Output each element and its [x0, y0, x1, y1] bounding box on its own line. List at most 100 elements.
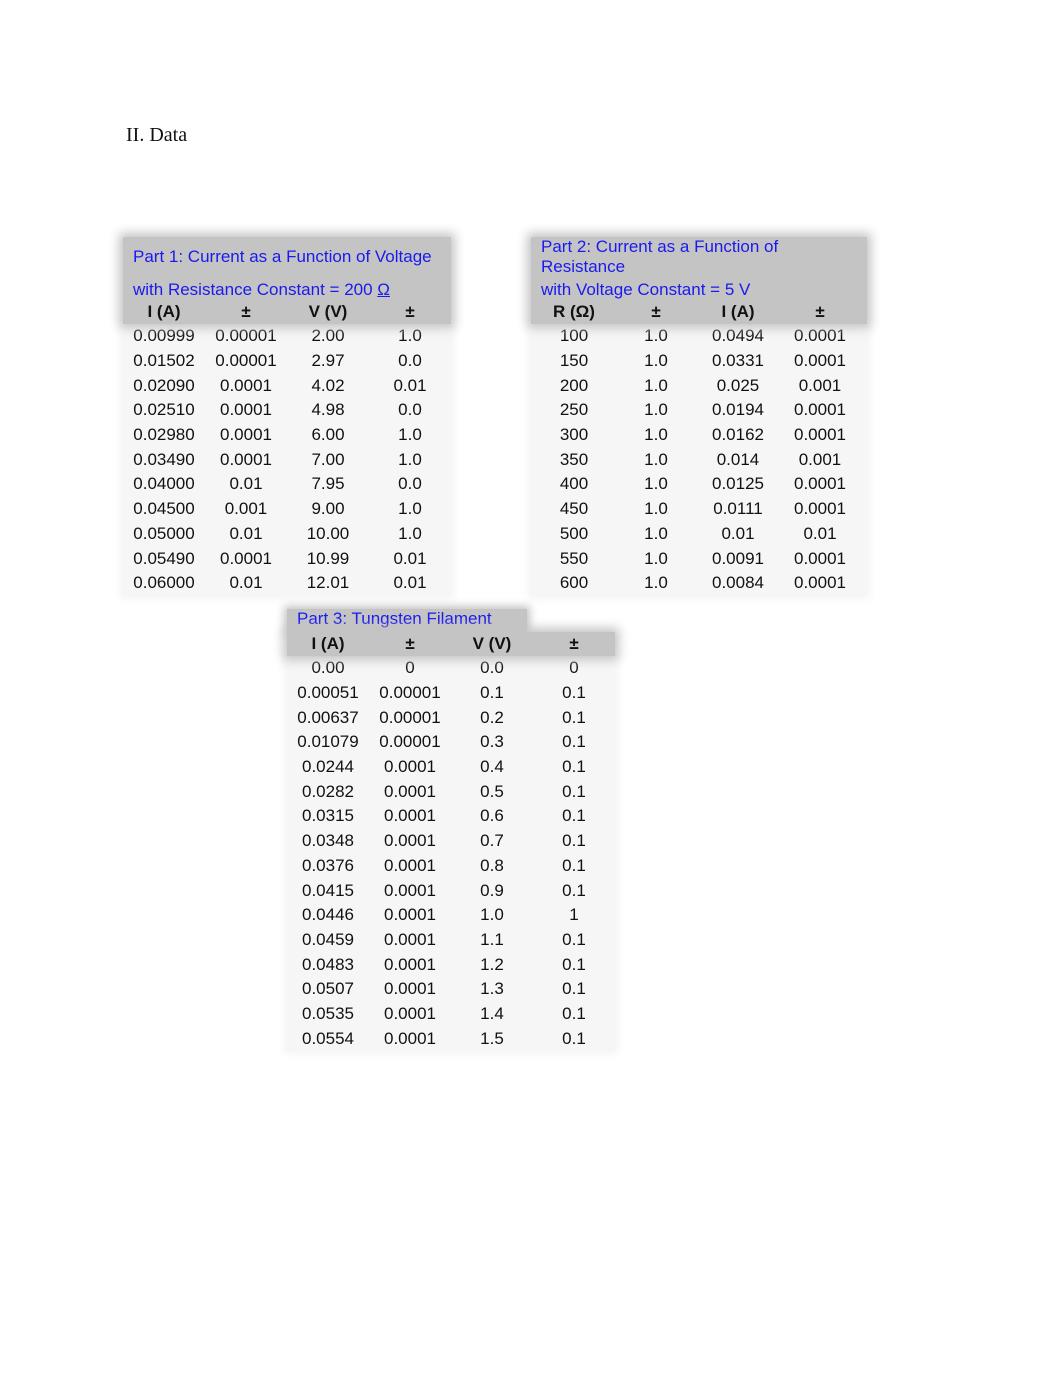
table-cell: 0.0001	[794, 425, 846, 445]
table-cell: 1.0	[398, 449, 422, 469]
table-cell: 0.0	[398, 400, 422, 420]
table-cell: 0.1	[562, 929, 586, 949]
table-row: 0.0535 0.0001 1.4 0.1	[287, 1002, 615, 1027]
table-cell: 0.00001	[379, 707, 441, 727]
table-cell: 0.0001	[384, 979, 436, 999]
table-cell: 300	[559, 425, 589, 445]
table-row: 0.0507 0.0001 1.3 0.1	[287, 977, 615, 1002]
part2-title-line2: Resistance	[541, 257, 626, 276]
table-cell: 1.0	[644, 499, 668, 519]
table-cell: 0.0125	[712, 474, 764, 494]
table-cell: 0.0001	[794, 351, 846, 371]
table-row: 150 1.0 0.0331 0.0001	[533, 349, 867, 374]
table-cell: 0.001	[224, 499, 268, 519]
table-cell: 0.0001	[220, 449, 272, 469]
table-cell: 0.6	[480, 806, 504, 826]
column-header: ±	[405, 302, 415, 321]
table-row: 0.0244 0.0001 0.4 0.1	[287, 755, 615, 780]
part3-title-bar: Part 3: Tungsten Filament	[287, 609, 527, 632]
table-cell: 0.0001	[794, 326, 846, 346]
table-cell: 1.0	[398, 326, 422, 346]
table-cell: 0.02510	[133, 400, 195, 420]
table-cell: 1.0	[644, 326, 668, 346]
table-cell: 1.2	[480, 954, 504, 974]
table-cell: 0	[569, 658, 579, 678]
part2-title-line3: with Voltage Constant = 5 V	[541, 280, 751, 299]
table-row: 0.06000 0.01 12.01 0.01	[123, 571, 451, 596]
column-header: V (V)	[472, 634, 512, 653]
table-row: 0.04000 0.01 7.95 0.0	[123, 472, 451, 497]
table-cell: 0.00637	[297, 707, 359, 727]
table-cell: 0.01	[229, 474, 263, 494]
table-cell: 6.00	[311, 425, 345, 445]
table-cell: 0.0	[480, 658, 504, 678]
table-cell: 0.0091	[712, 548, 764, 568]
table-cell: 0.03490	[133, 449, 195, 469]
table-cell: 7.00	[311, 449, 345, 469]
table-cell: 0.1	[562, 1003, 586, 1023]
table-cell: 0.0001	[794, 548, 846, 568]
table-row: 0.0376 0.0001 0.8 0.1	[287, 854, 615, 879]
table-cell: 250	[559, 400, 589, 420]
table-cell: 1.0	[644, 548, 668, 568]
table-cell: 1.0	[644, 449, 668, 469]
table-row: 0.00 0 0.0 0	[287, 656, 615, 681]
table-cell: 0.0111	[713, 499, 763, 519]
table-cell: 0	[405, 658, 415, 678]
table-cell: 0.0001	[794, 573, 846, 593]
table-cell: 0.01	[721, 523, 755, 543]
table-row: 0.05490 0.0001 10.99 0.01	[123, 546, 451, 571]
table-cell: 500	[559, 523, 589, 543]
table-cell: 0.0001	[794, 400, 846, 420]
table-cell: 0.06000	[133, 573, 195, 593]
part2-column-headers: R (Ω) ± I (A) ±	[531, 300, 867, 324]
table-cell: 1.4	[480, 1003, 504, 1023]
table-row: 500 1.0 0.01 0.01	[533, 522, 867, 547]
column-header: R (Ω)	[553, 302, 595, 321]
table-row: 0.00637 0.00001 0.2 0.1	[287, 705, 615, 730]
ohm-symbol: Ω	[377, 280, 390, 299]
table-cell: 0.5	[480, 781, 504, 801]
table-cell: 1.0	[644, 474, 668, 494]
table-cell: 0.01	[393, 573, 427, 593]
table-cell: 0.0001	[220, 400, 272, 420]
table-cell: 1.5	[480, 1028, 504, 1048]
table-cell: 1.0	[644, 425, 668, 445]
column-header: ±	[651, 302, 661, 321]
table-cell: 2.00	[311, 326, 345, 346]
part3-table: Part 3: Tungsten Filament I (A) ± V (V) ± 0…	[287, 609, 615, 1051]
table-cell: 1.0	[644, 375, 668, 395]
table-cell: 1.0	[644, 523, 668, 543]
table-cell: 0.0535	[302, 1003, 354, 1023]
table-cell: 0.025	[716, 375, 760, 395]
part3-header: I (A) ± V (V) ±	[287, 632, 615, 656]
table-cell: 10.00	[306, 523, 350, 543]
table-cell: 0.01	[229, 573, 263, 593]
table-cell: 1.0	[398, 425, 422, 445]
table-cell: 0.7	[480, 831, 504, 851]
part1-title-text: with Resistance Constant = 200	[133, 280, 378, 299]
table-cell: 0.01	[803, 523, 837, 543]
table-cell: 0.1	[562, 781, 586, 801]
column-header: ±	[241, 302, 251, 321]
table-cell: 0.00001	[215, 326, 277, 346]
table-row: 0.0415 0.0001 0.9 0.1	[287, 878, 615, 903]
part2-title-line1: Part 2: Current as a Function of	[541, 237, 779, 256]
table-row: 450 1.0 0.0111 0.0001	[533, 497, 867, 522]
table-cell: 0.0554	[302, 1028, 354, 1048]
table-cell: 0.0001	[794, 499, 846, 519]
table-row: 550 1.0 0.0091 0.0001	[533, 546, 867, 571]
table-cell: 0.1	[562, 979, 586, 999]
table-cell: 1.0	[398, 499, 422, 519]
table-cell: 0.0001	[384, 831, 436, 851]
table-cell: 7.95	[311, 474, 345, 494]
table-cell: 0.0001	[384, 781, 436, 801]
table-cell: 0.001	[798, 449, 842, 469]
column-header: ±	[405, 634, 415, 653]
table-row: 0.00051 0.00001 0.1 0.1	[287, 681, 615, 706]
table-cell: 0.0001	[384, 880, 436, 900]
table-cell: 0.0	[398, 474, 422, 494]
table-cell: 0.04000	[133, 474, 195, 494]
table-row: 300 1.0 0.0162 0.0001	[533, 423, 867, 448]
table-cell: 0.01	[393, 375, 427, 395]
